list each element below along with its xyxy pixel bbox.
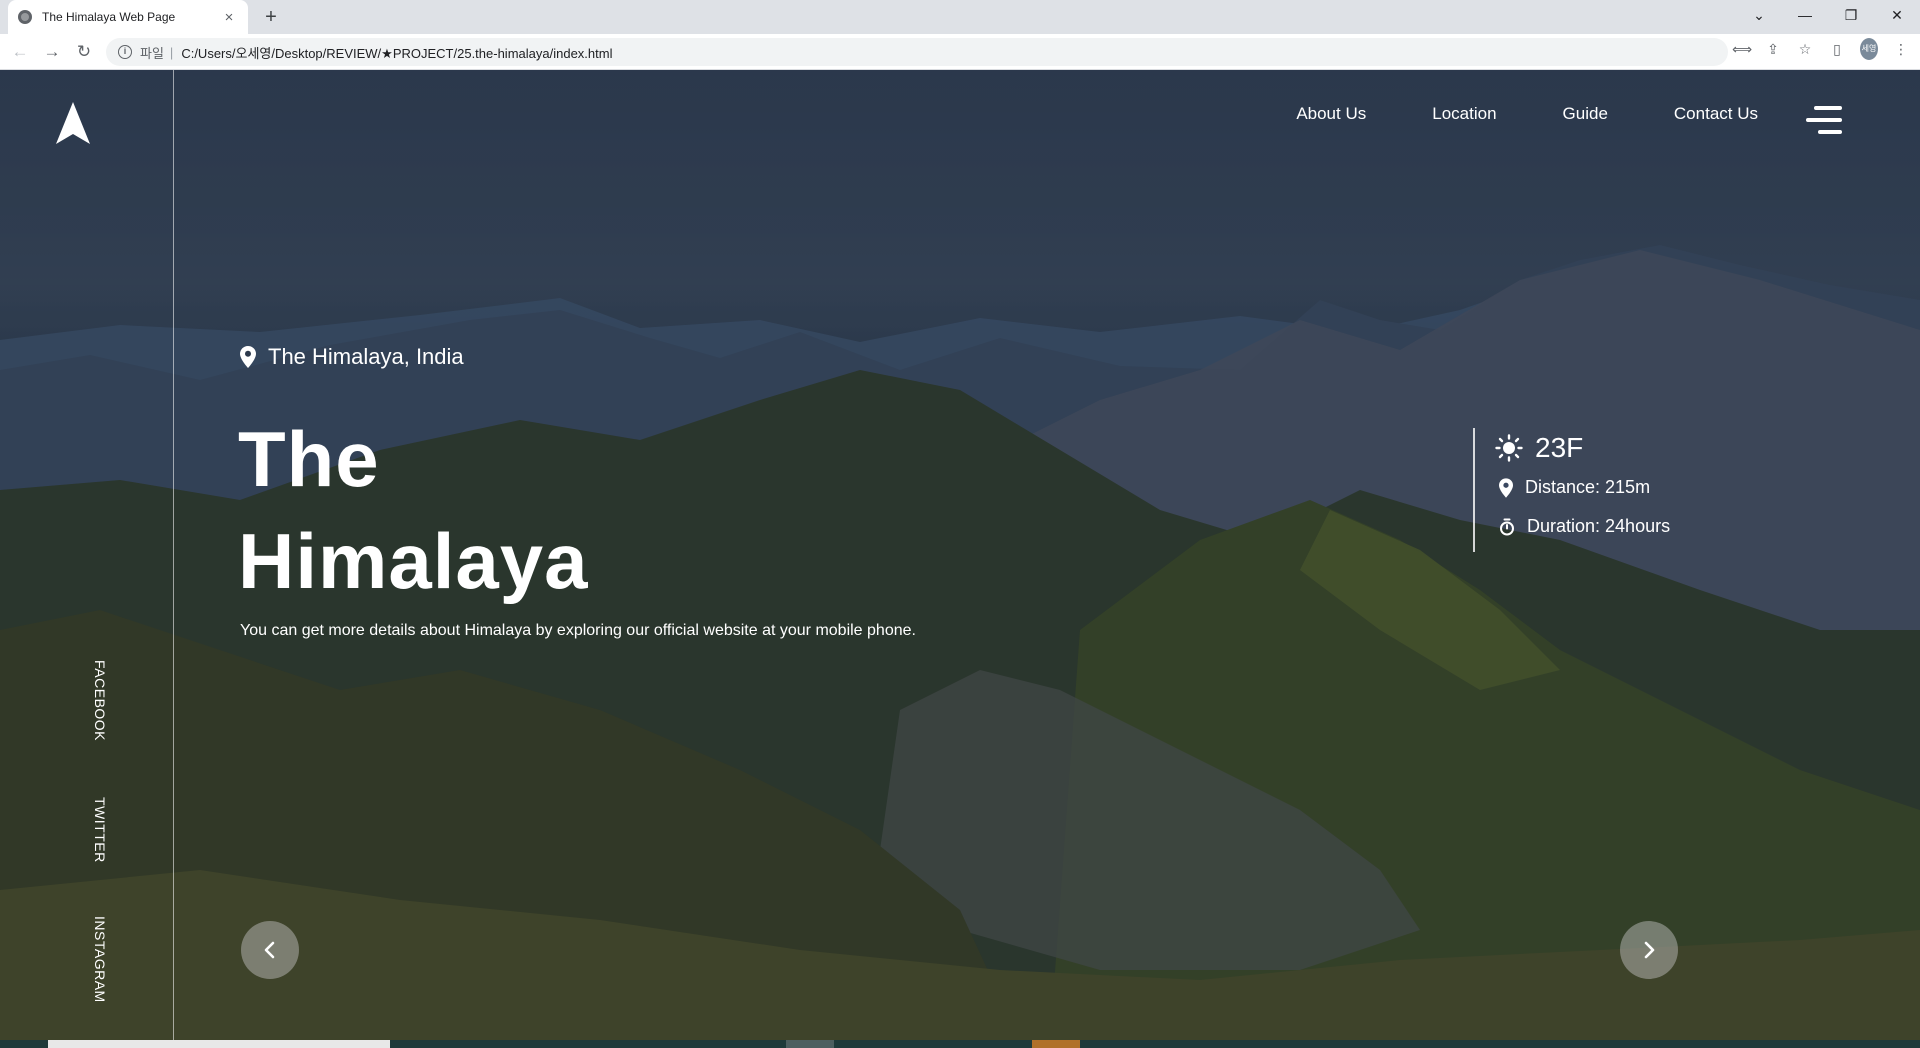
- taskbar-app-icon[interactable]: [1032, 1040, 1080, 1048]
- globe-icon: [18, 10, 32, 24]
- duration-row: Duration: 24hours: [1495, 507, 1670, 546]
- info-icon[interactable]: i: [118, 45, 132, 59]
- chevron-left-icon: [264, 941, 275, 959]
- url-text[interactable]: C:/Users/오세영/Desktop/REVIEW/★PROJECT/25.…: [181, 43, 612, 62]
- chevron-right-icon: [1644, 941, 1655, 959]
- duration-value: Duration: 24hours: [1527, 516, 1671, 536]
- temperature-value: 23F: [1535, 432, 1584, 463]
- temperature-row: 23F: [1495, 428, 1670, 468]
- taskbar-window-preview[interactable]: [48, 1040, 390, 1048]
- social-link-facebook[interactable]: FACEBOOK: [88, 660, 108, 741]
- map-pin-icon: [1499, 477, 1513, 498]
- hero-title-line-2: Himalaya: [238, 517, 589, 605]
- minimize-button[interactable]: —: [1782, 0, 1828, 30]
- browser-toolbar: ← → ↻ i 파일 | C:/Users/오세영/Desktop/REVIEW…: [0, 34, 1920, 70]
- bookmark-star-icon[interactable]: ☆: [1796, 41, 1814, 58]
- new-tab-button[interactable]: +: [258, 5, 284, 31]
- reload-button[interactable]: ↻: [72, 40, 96, 64]
- menu-kebab-icon[interactable]: ⋮: [1892, 41, 1910, 58]
- tab-search-icon[interactable]: ⌄: [1736, 0, 1782, 30]
- menu-hamburger-icon[interactable]: [1806, 106, 1842, 134]
- logo-arrow-icon[interactable]: [56, 102, 90, 144]
- close-window-button[interactable]: ✕: [1874, 0, 1920, 30]
- address-bar[interactable]: i 파일 | C:/Users/오세영/Desktop/REVIEW/★PROJ…: [106, 38, 1728, 66]
- forward-button[interactable]: →: [40, 40, 64, 64]
- side-panel-icon[interactable]: ▯: [1828, 41, 1846, 58]
- distance-value: Distance: 215m: [1525, 477, 1651, 497]
- sun-icon: [1495, 434, 1523, 462]
- next-slide-button[interactable]: [1620, 921, 1678, 979]
- translate-icon[interactable]: ⟺: [1732, 41, 1752, 58]
- stopwatch-icon: [1500, 518, 1514, 535]
- tab-title: The Himalaya Web Page: [42, 10, 176, 24]
- restore-button[interactable]: ❐: [1828, 0, 1874, 30]
- nav-item-about-us[interactable]: About Us: [1296, 104, 1366, 124]
- nav-item-contact-us[interactable]: Contact Us: [1674, 104, 1758, 124]
- prev-slide-button[interactable]: [241, 921, 299, 979]
- map-pin-icon: [240, 346, 256, 368]
- hero-section: About Us Location Guide Contact Us FACEB…: [0, 70, 1920, 1040]
- main-nav: About Us Location Guide Contact Us: [1296, 104, 1758, 124]
- hero-subtitle: You can get more details about Himalaya …: [240, 622, 916, 639]
- sidebar-divider: [173, 70, 174, 1040]
- os-taskbar: [0, 1040, 1920, 1048]
- browser-tab-strip: The Himalaya Web Page × + ⌄ — ❐ ✕: [0, 0, 1920, 34]
- social-link-instagram[interactable]: INSTAGRAM: [88, 916, 108, 1003]
- share-icon[interactable]: ⇪: [1764, 41, 1782, 58]
- hero-location-text: The Himalaya, India: [268, 344, 464, 369]
- taskbar-app-icon[interactable]: [786, 1040, 834, 1048]
- address-separator: |: [169, 44, 174, 60]
- social-link-twitter[interactable]: TWITTER: [88, 797, 108, 863]
- profile-avatar[interactable]: 세영: [1860, 38, 1878, 60]
- window-controls: ⌄ — ❐ ✕: [1736, 0, 1920, 34]
- protocol-label: 파일: [140, 45, 164, 61]
- hero-title: The Himalaya: [238, 408, 589, 612]
- nav-item-location[interactable]: Location: [1432, 104, 1496, 124]
- nav-item-guide[interactable]: Guide: [1563, 104, 1608, 124]
- hero-location: The Himalaya, India: [240, 344, 464, 370]
- back-button[interactable]: ←: [8, 40, 32, 64]
- toolbar-actions: ⟺ ⇪ ☆ ▯ 세영 ⋮: [1732, 38, 1910, 60]
- trip-info-panel: 23F Distance: 215m Duration: 24hours: [1473, 428, 1670, 552]
- distance-row: Distance: 215m: [1495, 468, 1670, 507]
- tab-close-button[interactable]: ×: [220, 9, 238, 26]
- browser-tab[interactable]: The Himalaya Web Page ×: [8, 0, 248, 34]
- hero-title-line-1: The: [238, 415, 380, 503]
